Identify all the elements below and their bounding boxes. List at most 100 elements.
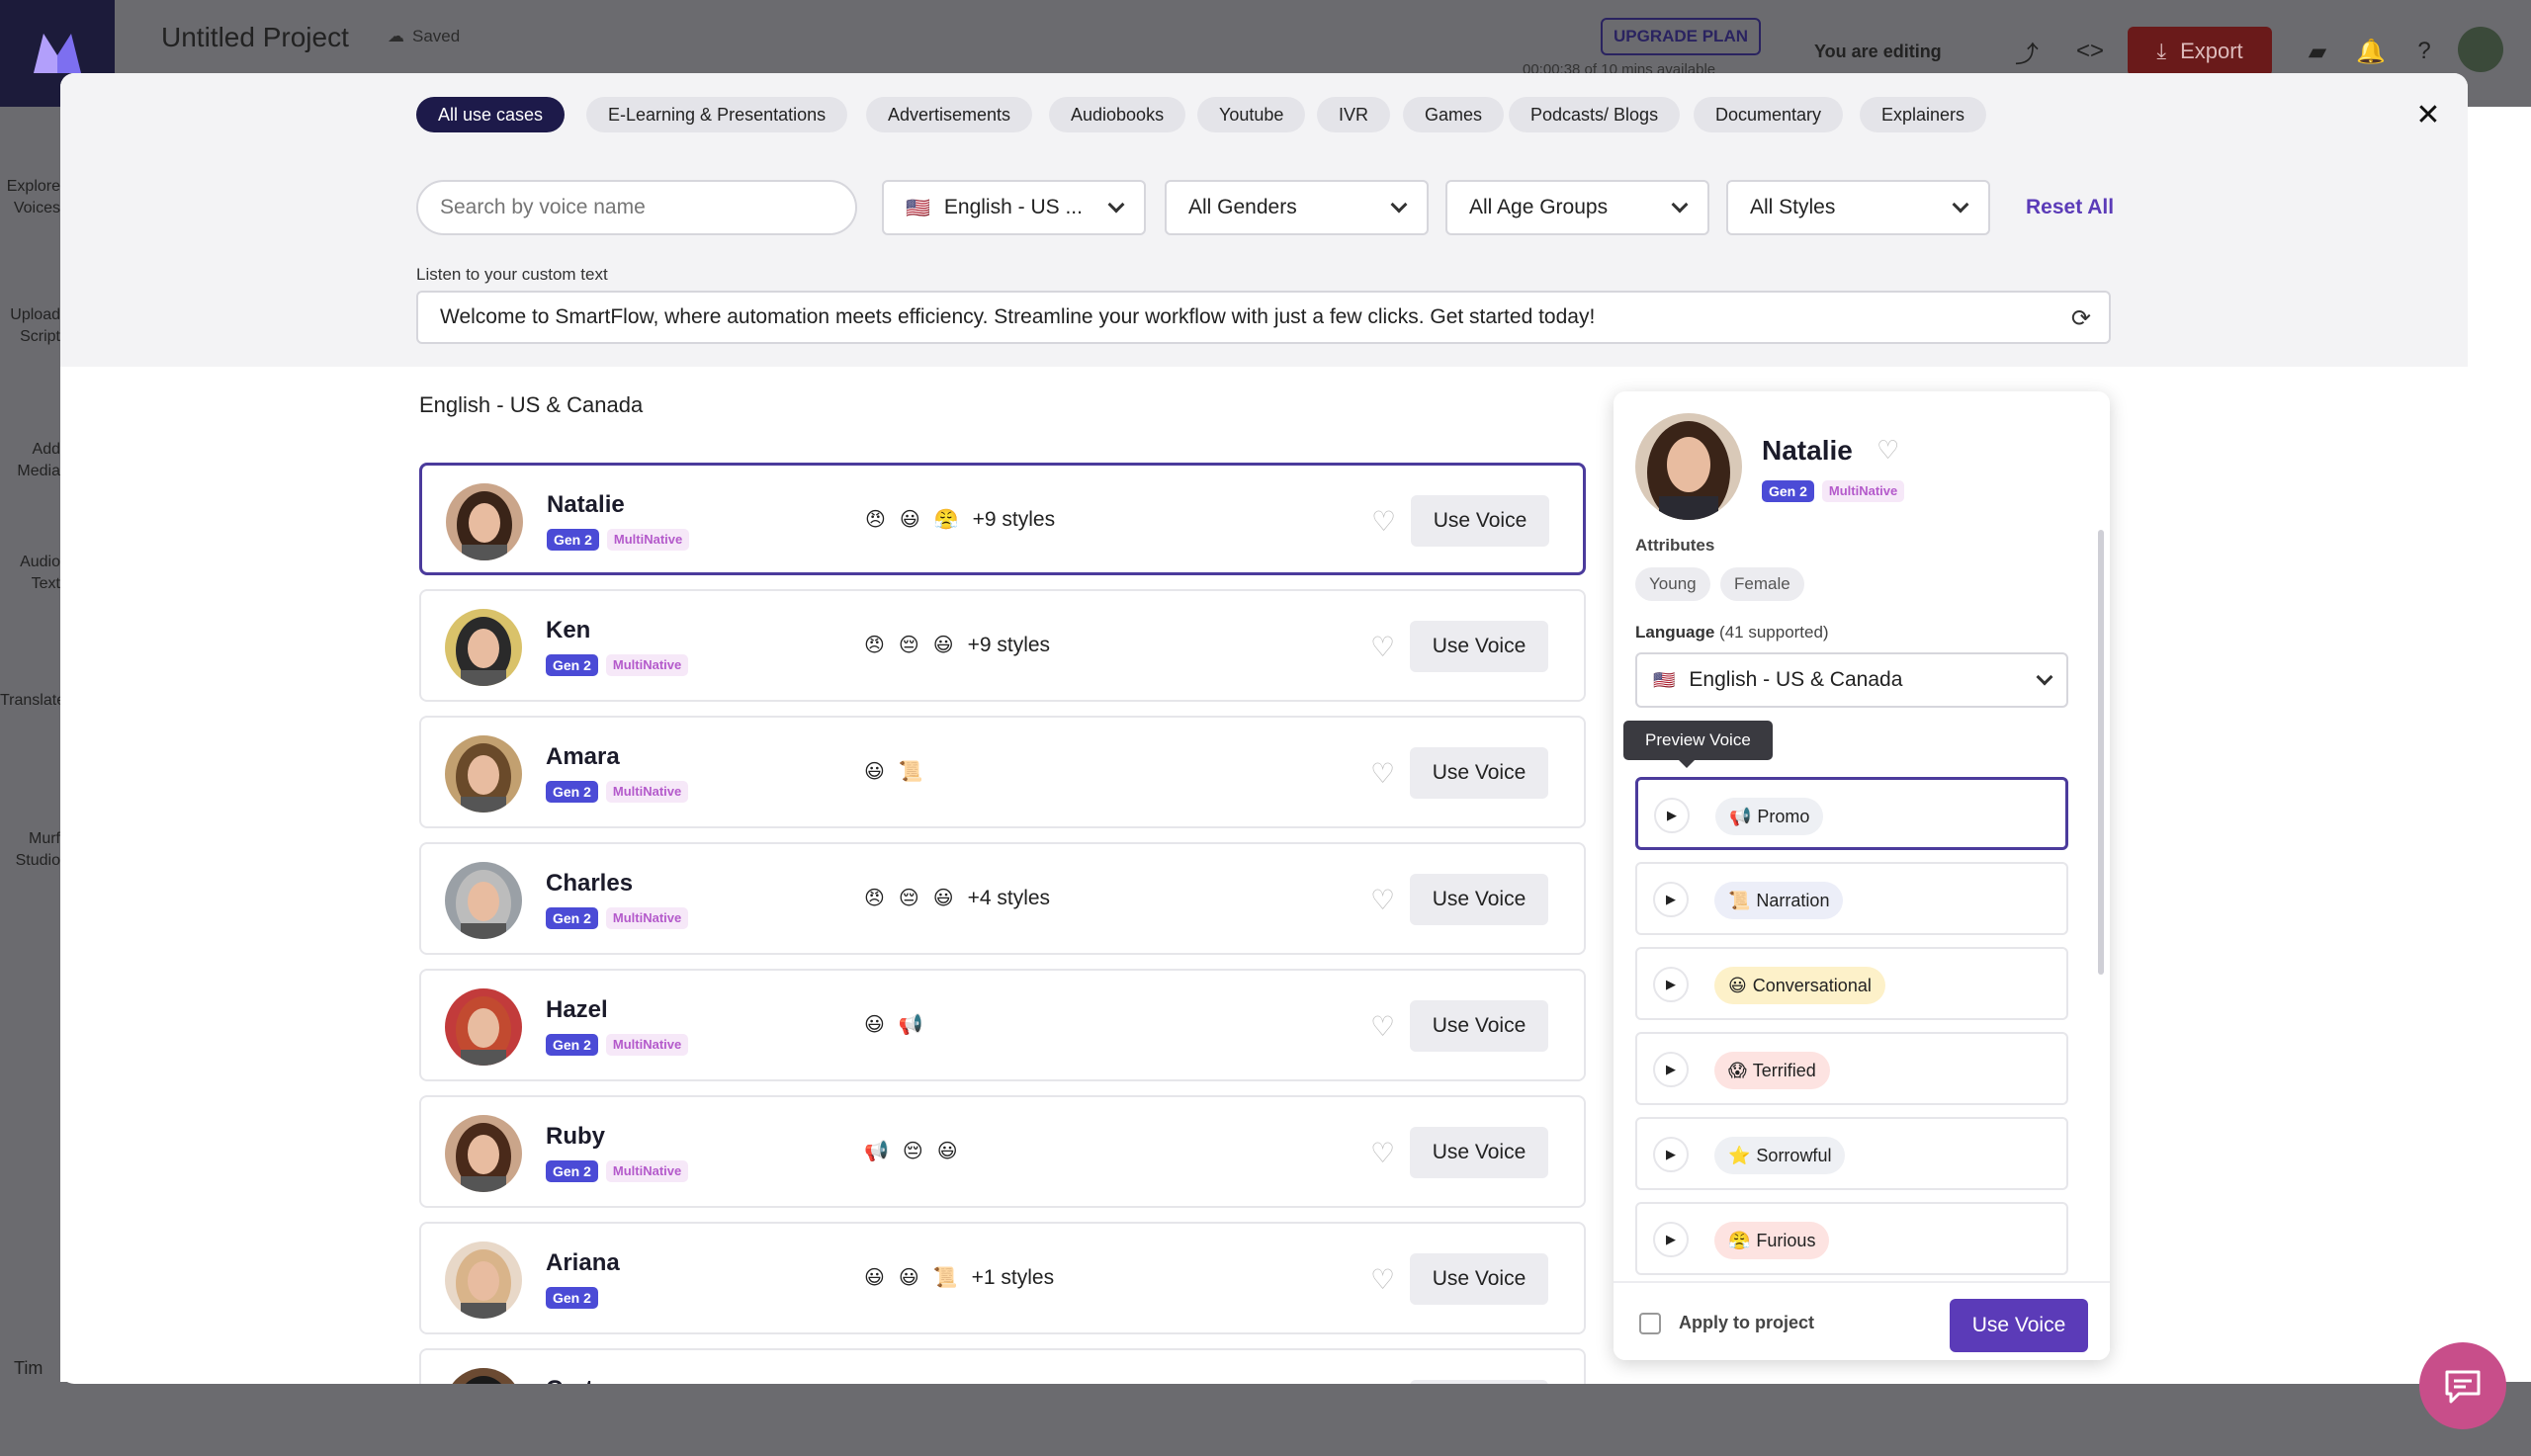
custom-text-input[interactable]: Welcome to SmartFlow, where automation m… <box>416 291 2111 344</box>
apply-to-project-checkbox[interactable] <box>1639 1313 1661 1334</box>
style-row-furious[interactable]: ▶ 😤 Furious <box>1635 1202 2068 1275</box>
style-emoji-icon: 😠 <box>864 888 885 909</box>
help-icon[interactable]: ? <box>2402 30 2446 73</box>
style-filter[interactable]: All Styles <box>1726 180 1990 235</box>
voice-badges: Gen 2 MultiNative <box>546 654 689 676</box>
heart-icon[interactable]: ♡ <box>1370 884 1395 916</box>
tab-podcasts[interactable]: Podcasts/ Blogs <box>1509 97 1681 132</box>
voice-card-natalie[interactable]: Natalie Gen 2 MultiNative 😠 😃 😤 +9 styles ♡… <box>419 463 1586 575</box>
use-voice-button[interactable]: Use Voice <box>1410 874 1548 925</box>
gen-badge: Gen 2 <box>546 1160 598 1182</box>
user-avatar[interactable] <box>2458 27 2503 72</box>
heart-icon[interactable]: ♡ <box>1370 1263 1395 1296</box>
heart-icon[interactable]: ♡ <box>1370 1010 1395 1043</box>
use-voice-button[interactable]: Use Voice <box>1410 1380 1548 1384</box>
style-emoji-icon: 📜 <box>1728 890 1751 910</box>
panel-use-voice-button[interactable]: Use Voice <box>1950 1299 2088 1352</box>
play-icon[interactable]: ▶ <box>1653 967 1689 1002</box>
bell-icon[interactable]: 🔔 <box>2349 30 2393 73</box>
tab-explainers[interactable]: Explainers <box>1860 97 1987 132</box>
sidebar-item-translate[interactable]: Translate <box>0 690 60 712</box>
use-voice-button[interactable]: Use Voice <box>1410 1000 1548 1052</box>
sidebar-item-audio[interactable]: Audio Text <box>0 552 60 595</box>
voice-card-ruby[interactable]: Ruby Gen 2 MultiNative 📢 😔 😃 ♡ Use Voice <box>419 1095 1586 1208</box>
style-label: Narration <box>1756 890 1830 910</box>
heart-icon[interactable]: ♡ <box>1370 1137 1395 1169</box>
age-filter[interactable]: All Age Groups <box>1445 180 1709 235</box>
use-voice-button[interactable]: Use Voice <box>1411 495 1549 547</box>
use-voice-button[interactable]: Use Voice <box>1410 747 1548 799</box>
tab-advertisements[interactable]: Advertisements <box>866 97 1033 132</box>
panel-scrollbar[interactable] <box>2098 530 2104 975</box>
preview-voice-tooltip: Preview Voice <box>1623 721 1773 768</box>
language-filter[interactable]: 🇺🇸 English - US ... <box>882 180 1146 235</box>
sidebar-item-upload[interactable]: Upload Script <box>0 304 60 348</box>
sidebar-item-studio[interactable]: Murf Studio <box>0 828 60 872</box>
voice-card-carter[interactable]: Carter 😔😃🎙+1 styles ♡ Use Voice <box>419 1348 1586 1384</box>
voice-detail-panel: Natalie ♡ Gen 2 MultiNative Attributes Y… <box>1614 391 2110 1360</box>
gender-filter[interactable]: All Genders <box>1165 180 1429 235</box>
style-row-narration[interactable]: ▶ 📜 Narration <box>1635 862 2068 935</box>
tab-all-use-cases[interactable]: All use cases <box>416 97 566 132</box>
voice-card-ariana[interactable]: Ariana Gen 2 😃 😃 📜 +1 styles ♡ Use Voice <box>419 1222 1586 1334</box>
heart-icon[interactable]: ♡ <box>1371 505 1396 538</box>
play-icon[interactable]: ▶ <box>1653 1052 1689 1087</box>
multinative-badge: MultiNative <box>1821 480 1905 502</box>
voice-avatar <box>445 862 522 939</box>
play-icon[interactable]: ▶ <box>1653 1222 1689 1257</box>
multinative-badge: MultiNative <box>605 1034 689 1056</box>
voice-name: Natalie <box>1762 435 1853 466</box>
style-emoji-icon: 😃 <box>936 1141 958 1162</box>
multinative-badge: MultiNative <box>605 781 689 803</box>
refresh-icon[interactable]: ⟳ <box>2071 304 2091 333</box>
comment-icon[interactable]: ▰ <box>2296 30 2339 73</box>
style-row-sorrowful[interactable]: ▶ ⭐ Sorrowful <box>1635 1117 2068 1190</box>
project-title[interactable]: Untitled Project <box>161 22 349 53</box>
timeline-label[interactable]: Tim <box>14 1358 43 1379</box>
voice-name: Amara <box>546 743 620 770</box>
heart-icon[interactable]: ♡ <box>1370 631 1395 663</box>
play-icon[interactable]: ▶ <box>1654 798 1690 833</box>
use-voice-button[interactable]: Use Voice <box>1410 621 1548 672</box>
search-input[interactable] <box>416 180 857 235</box>
use-voice-button[interactable]: Use Voice <box>1410 1127 1548 1178</box>
gen-badge: Gen 2 <box>546 907 598 929</box>
heart-icon[interactable]: ♡ <box>1876 435 1899 466</box>
style-row-promo[interactable]: ▶ 📢 Promo <box>1635 777 2068 850</box>
tab-elearning[interactable]: E-Learning & Presentations <box>586 97 848 132</box>
tab-documentary[interactable]: Documentary <box>1694 97 1844 132</box>
voice-styles: 😃 😃 📜 +1 styles <box>864 1265 1054 1290</box>
style-chip: 📜 Narration <box>1714 882 1844 919</box>
voice-name: Charles <box>546 870 634 897</box>
style-row-conversational[interactable]: ▶ 😃 Conversational <box>1635 947 2068 1020</box>
style-label: Sorrowful <box>1756 1145 1832 1165</box>
chat-icon <box>2445 1370 2481 1404</box>
tab-games[interactable]: Games <box>1403 97 1505 132</box>
voice-card-hazel[interactable]: Hazel Gen 2 MultiNative 😃 📢 ♡ Use Voice <box>419 969 1586 1081</box>
play-icon[interactable]: ▶ <box>1653 1137 1689 1172</box>
style-emoji-icon: 😃 <box>864 1014 885 1036</box>
tab-ivr[interactable]: IVR <box>1317 97 1391 132</box>
panel-language-select[interactable]: 🇺🇸 English - US & Canada <box>1635 652 2068 708</box>
use-voice-button[interactable]: Use Voice <box>1410 1253 1548 1305</box>
chat-button[interactable] <box>2419 1342 2506 1429</box>
upgrade-plan-button[interactable]: UPGRADE PLAN <box>1601 18 1761 55</box>
style-emoji-icon: 📢 <box>864 1141 889 1162</box>
share-icon[interactable]: ⤴ <box>2005 30 2049 73</box>
style-label: Conversational <box>1752 975 1872 995</box>
us-flag-icon: 🇺🇸 <box>906 197 930 219</box>
sidebar-item-explore[interactable]: Explore Voices <box>0 176 60 219</box>
sidebar-item-media[interactable]: Add Media <box>0 439 60 482</box>
voice-card-ken[interactable]: Ken Gen 2 MultiNative 😠 😔 😃 +9 styles ♡ Use… <box>419 589 1586 702</box>
heart-icon[interactable]: ♡ <box>1370 757 1395 790</box>
close-icon[interactable]: ✕ <box>2408 95 2448 134</box>
voice-card-charles[interactable]: Charles Gen 2 MultiNative 😠 😔 😃 +4 styles ♡… <box>419 842 1586 955</box>
tab-audiobooks[interactable]: Audiobooks <box>1049 97 1186 132</box>
tab-youtube[interactable]: Youtube <box>1197 97 1306 132</box>
play-icon[interactable]: ▶ <box>1653 882 1689 917</box>
style-row-terrified[interactable]: ▶ 😱 Terrified <box>1635 1032 2068 1105</box>
export-button[interactable]: ⤓ Export <box>2128 27 2272 76</box>
code-icon[interactable]: <> <box>2068 30 2112 73</box>
voice-card-amara[interactable]: Amara Gen 2 MultiNative 😃 📜 ♡ Use Voice <box>419 716 1586 828</box>
reset-all-button[interactable]: Reset All <box>2026 196 2114 219</box>
